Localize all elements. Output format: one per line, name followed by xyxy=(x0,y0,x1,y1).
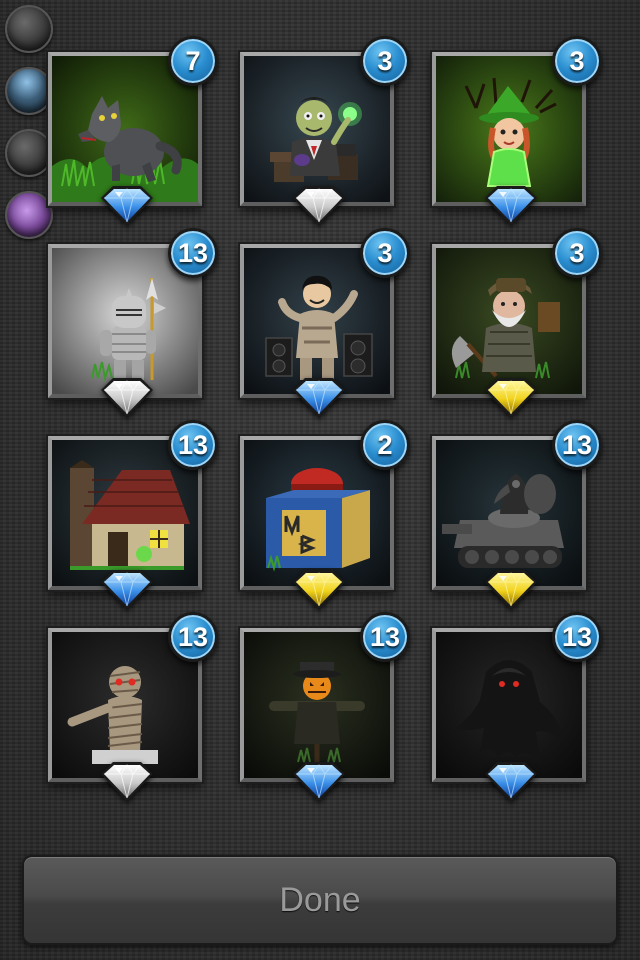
count-badge: 2 xyxy=(360,420,410,470)
orb-2[interactable] xyxy=(5,67,53,115)
card-rock-singer[interactable]: 3 xyxy=(240,228,410,418)
count-badge: 3 xyxy=(360,36,410,86)
gem-blue-icon xyxy=(99,184,155,228)
count-badge: 13 xyxy=(168,420,218,470)
gem-blue-icon xyxy=(99,568,155,612)
gem-blue-icon xyxy=(291,760,347,804)
card-werewolf[interactable]: 7 xyxy=(48,36,218,226)
count-badge: 13 xyxy=(168,228,218,278)
count-badge: 3 xyxy=(360,228,410,278)
count-badge: 13 xyxy=(360,612,410,662)
orb-1[interactable] xyxy=(5,5,53,53)
card-scarecrow[interactable]: 13 xyxy=(240,612,410,802)
gem-blue-icon xyxy=(483,184,539,228)
card-lumberjack-dwarf[interactable]: 3 xyxy=(432,228,602,418)
card-mad-scientist[interactable]: 3 xyxy=(240,36,410,226)
gem-blue-icon xyxy=(291,376,347,420)
orb-4[interactable] xyxy=(5,191,53,239)
count-badge: 13 xyxy=(552,612,602,662)
card-jack-in-the-box[interactable]: 2 xyxy=(240,420,410,610)
count-badge: 13 xyxy=(552,420,602,470)
gem-blue-icon xyxy=(483,760,539,804)
count-badge: 13 xyxy=(168,612,218,662)
card-knight[interactable]: 13 xyxy=(48,228,218,418)
gem-gold-icon xyxy=(483,568,539,612)
done-button[interactable]: Done xyxy=(22,855,618,945)
count-badge: 3 xyxy=(552,228,602,278)
count-badge: 3 xyxy=(552,36,602,86)
card-shadow-wraith[interactable]: 13 xyxy=(432,612,602,802)
orb-3[interactable] xyxy=(5,129,53,177)
card-haunted-house[interactable]: 13 xyxy=(48,420,218,610)
card-mummy[interactable]: 13 xyxy=(48,612,218,802)
count-badge: 7 xyxy=(168,36,218,86)
card-plague-doctor-tank[interactable]: 13 xyxy=(432,420,602,610)
card-forest-witch[interactable]: 3 xyxy=(432,36,602,226)
gem-silver-icon xyxy=(291,184,347,228)
gem-silver-icon xyxy=(99,376,155,420)
gem-silver-icon xyxy=(99,760,155,804)
gem-gold-icon xyxy=(483,376,539,420)
gem-gold-icon xyxy=(291,568,347,612)
